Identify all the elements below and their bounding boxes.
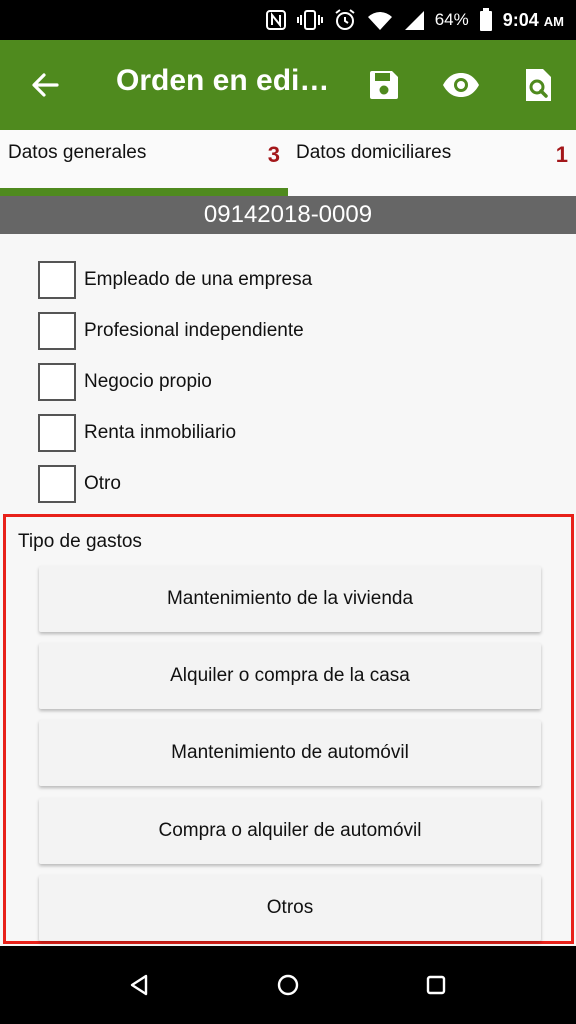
- square-recents-icon: [426, 975, 446, 995]
- clock: 9:04 AM: [502, 9, 564, 30]
- checkbox-item: Renta inmobiliario: [38, 414, 312, 465]
- back-button[interactable]: [26, 66, 64, 104]
- checkbox[interactable]: [38, 414, 76, 452]
- document-search-icon: [526, 69, 551, 101]
- checkbox-item: Otro: [38, 465, 312, 516]
- triangle-back-icon: [130, 974, 148, 996]
- battery-icon: [479, 8, 493, 32]
- checkbox-label: Empleado de una empresa: [84, 269, 313, 290]
- nfc-icon: [265, 9, 287, 31]
- tab-label: Datos generales: [8, 142, 147, 163]
- preview-button[interactable]: [440, 64, 482, 106]
- wifi-icon: [367, 9, 393, 31]
- document-search-button[interactable]: [517, 64, 559, 106]
- tab-count-badge: 3: [267, 142, 280, 167]
- nav-home-button[interactable]: [273, 970, 303, 1000]
- income-source-list: Empleado de una empresa Profesional inde…: [38, 261, 312, 516]
- tab-count-badge: 1: [555, 142, 568, 167]
- expense-type-section: Tipo de gastos Mantenimiento de la vivie…: [3, 514, 574, 944]
- arrow-left-icon: [32, 73, 59, 97]
- checkbox-item: Empleado de una empresa: [38, 261, 312, 312]
- checkbox-label: Renta inmobiliario: [84, 422, 237, 443]
- checkbox[interactable]: [38, 261, 76, 299]
- vibrate-icon: [296, 9, 323, 31]
- checkbox-item: Profesional independiente: [38, 312, 312, 363]
- alarm-icon: [333, 8, 357, 32]
- expense-button-mantenimiento-automovil[interactable]: Mantenimiento de automóvil: [39, 720, 541, 786]
- status-bar: 64% 9:04 AM: [0, 0, 576, 40]
- section-title: Tipo de gastos: [18, 531, 142, 552]
- expense-button-mantenimiento-vivienda[interactable]: Mantenimiento de la vivienda: [39, 566, 541, 632]
- expense-button-otros[interactable]: Otros: [39, 875, 541, 941]
- save-icon: [370, 71, 398, 99]
- expense-button-compra-automovil[interactable]: Compra o alquiler de automóvil: [39, 798, 541, 864]
- nav-recents-button[interactable]: [421, 970, 451, 1000]
- page-title: Orden en edi…: [116, 64, 330, 97]
- eye-icon: [443, 73, 479, 97]
- order-number: 09142018-0009: [0, 196, 576, 234]
- save-button[interactable]: [363, 64, 405, 106]
- checkbox[interactable]: [38, 465, 76, 503]
- tab-bar: Datos generales 3 Datos domiciliares 1: [0, 130, 576, 196]
- circle-home-icon: [277, 974, 299, 996]
- nav-back-button[interactable]: [124, 970, 154, 1000]
- checkbox-label: Profesional independiente: [84, 320, 304, 341]
- active-tab-indicator: [0, 188, 288, 196]
- checkbox-item: Negocio propio: [38, 363, 312, 414]
- app-bar: Orden en edi…: [0, 40, 576, 130]
- checkbox-label: Otro: [84, 473, 121, 494]
- checkbox[interactable]: [38, 312, 76, 350]
- tab-datos-generales[interactable]: Datos generales 3: [0, 130, 288, 196]
- tab-label: Datos domiciliares: [296, 142, 452, 163]
- checkbox-label: Negocio propio: [84, 371, 212, 392]
- expense-button-alquiler-casa[interactable]: Alquiler o compra de la casa: [39, 643, 541, 709]
- checkbox[interactable]: [38, 363, 76, 401]
- battery-percent: 64%: [434, 10, 469, 29]
- signal-icon: [403, 9, 425, 31]
- tab-datos-domiciliares[interactable]: Datos domiciliares 1: [288, 130, 576, 196]
- system-nav-bar: [0, 946, 576, 1024]
